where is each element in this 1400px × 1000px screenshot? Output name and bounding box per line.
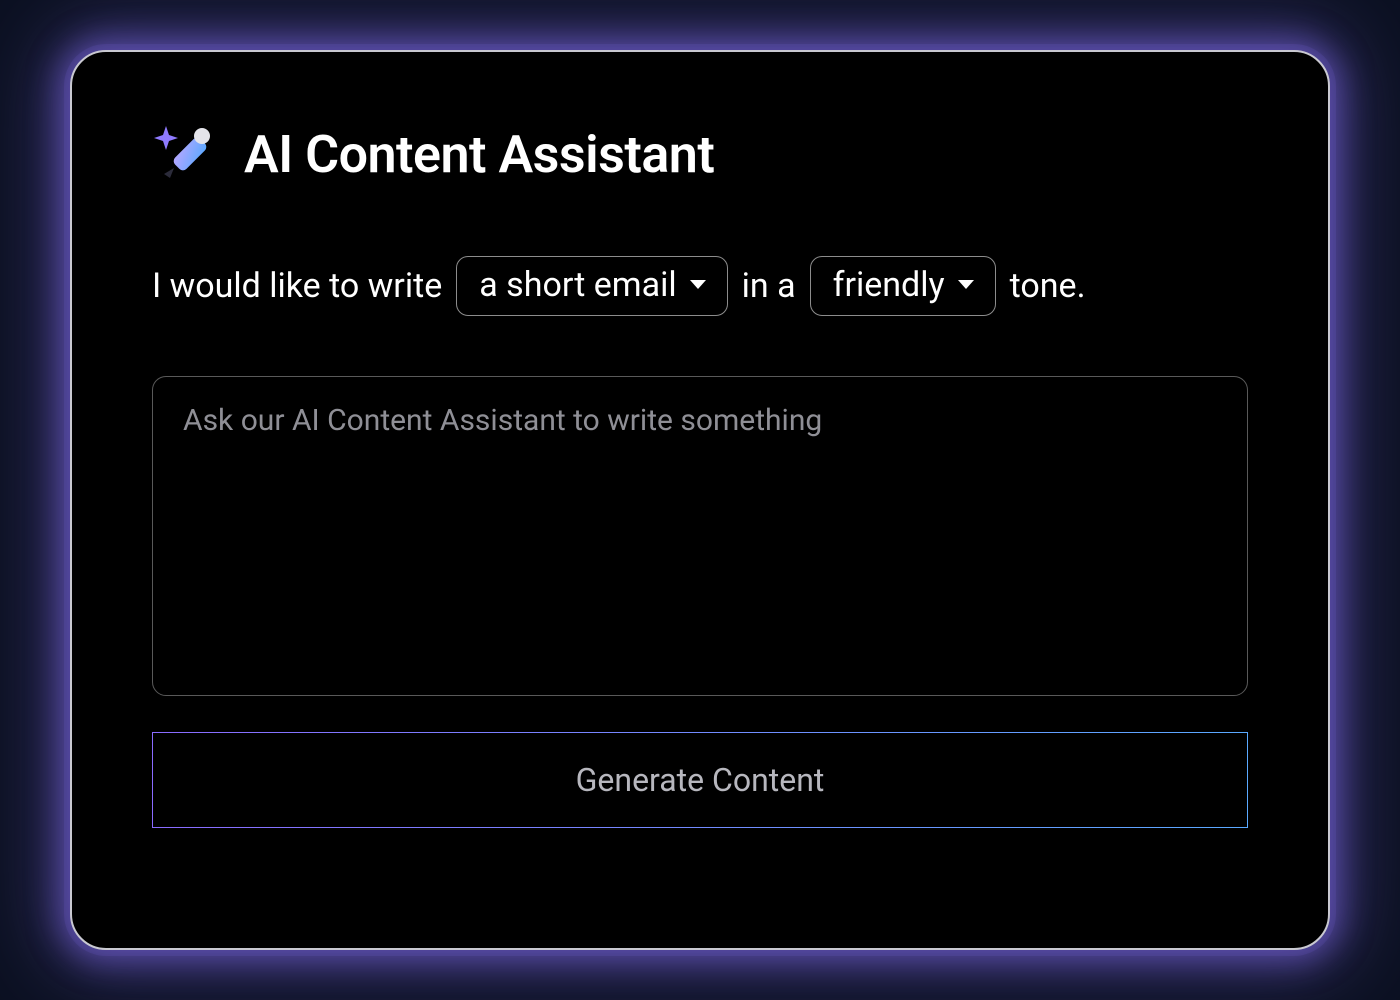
sentence-prefix: I would like to write [152, 261, 442, 312]
prompt-sentence: I would like to write a short email in a… [152, 256, 1248, 316]
sentence-suffix: tone. [1010, 261, 1086, 312]
magic-pencil-icon [152, 122, 216, 186]
generate-button[interactable]: Generate Content [152, 732, 1248, 828]
content-type-value: a short email [479, 263, 676, 307]
tone-select[interactable]: friendly [810, 256, 996, 316]
prompt-input[interactable] [152, 376, 1248, 696]
tone-value: friendly [833, 263, 945, 307]
assistant-card: AI Content Assistant I would like to wri… [70, 50, 1330, 950]
sentence-mid: in a [742, 261, 796, 312]
content-type-select[interactable]: a short email [456, 256, 727, 316]
header: AI Content Assistant [152, 122, 1248, 186]
page-title: AI Content Assistant [244, 124, 714, 185]
chevron-down-icon [689, 279, 707, 291]
chevron-down-icon [957, 279, 975, 291]
